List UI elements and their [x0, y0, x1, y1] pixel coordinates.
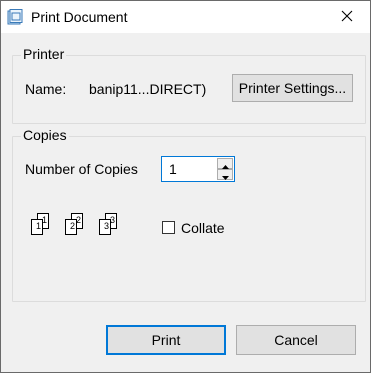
chevron-down-icon [221, 167, 229, 183]
collate-page: 1 [31, 219, 43, 235]
spin-down-button[interactable] [217, 169, 233, 180]
copies-group-legend: Copies [21, 127, 69, 143]
close-button[interactable] [324, 1, 370, 33]
printer-settings-button[interactable]: Printer Settings... [232, 74, 353, 102]
collate-checkbox[interactable] [162, 221, 175, 234]
window-title: Print Document [31, 9, 128, 25]
collate-illustration-icon: 1 1 2 2 3 3 [29, 213, 129, 245]
print-document-app-icon [7, 9, 23, 25]
print-dialog: Print Document Printer Name: banip11...D… [0, 0, 371, 373]
collate-page: 2 [65, 219, 77, 235]
collate-label[interactable]: Collate [181, 220, 225, 236]
collate-page: 3 [99, 219, 111, 235]
printer-name-value: banip11...DIRECT) [89, 81, 207, 97]
number-of-copies-spinner[interactable] [161, 156, 235, 182]
close-icon [341, 9, 353, 25]
printer-group-legend: Printer [21, 46, 67, 62]
cancel-button[interactable]: Cancel [236, 325, 356, 355]
print-button[interactable]: Print [106, 325, 226, 355]
number-of-copies-label: Number of Copies [25, 161, 138, 177]
number-of-copies-input[interactable] [165, 157, 223, 181]
printer-name-label: Name: [25, 81, 67, 97]
title-bar[interactable]: Print Document [1, 1, 370, 33]
